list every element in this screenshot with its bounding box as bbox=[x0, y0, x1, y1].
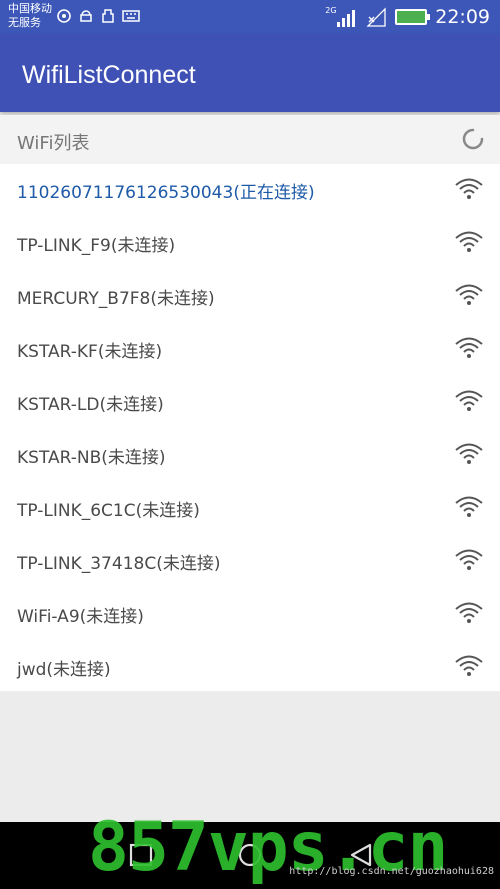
location-icon bbox=[57, 9, 71, 23]
no-signal-icon bbox=[366, 7, 386, 27]
wifi-signal-icon bbox=[455, 443, 483, 464]
wifi-list-item[interactable]: WiFi-A9(未连接) bbox=[0, 588, 500, 641]
carrier-name: 中国移动 bbox=[8, 2, 52, 15]
wifi-name: TP-LINK_37418C(未连接) bbox=[17, 554, 221, 574]
wifi-name: KSTAR-LD(未连接) bbox=[17, 395, 164, 415]
wifi-signal-icon bbox=[455, 390, 483, 411]
wifi-name: jwd(未连接) bbox=[17, 660, 111, 680]
wifi-list-item[interactable]: TP-LINK_6C1C(未连接) bbox=[0, 482, 500, 535]
wifi-name: TP-LINK_F9(未连接) bbox=[17, 236, 176, 256]
loading-spinner-icon bbox=[462, 128, 484, 150]
wifi-signal-icon bbox=[455, 496, 483, 517]
wifi-list-item[interactable]: TP-LINK_F9(未连接) bbox=[0, 217, 500, 270]
wifi-list-item[interactable]: MERCURY_B7F8(未连接) bbox=[0, 270, 500, 323]
keyboard-icon bbox=[122, 10, 140, 22]
android-debug-icon bbox=[80, 10, 92, 22]
wifi-name: TP-LINK_6C1C(未连接) bbox=[17, 501, 200, 521]
wifi-signal-icon bbox=[455, 655, 483, 676]
wifi-name: WiFi-A9(未连接) bbox=[17, 607, 144, 627]
status-system-icons: 2G 22:09 bbox=[325, 5, 490, 29]
wifi-list-item[interactable]: jwd(未连接) bbox=[0, 641, 500, 694]
wifi-signal-icon bbox=[455, 178, 483, 199]
wifi-list-header: WiFi列表 bbox=[0, 115, 500, 164]
status-notification-icons bbox=[56, 8, 140, 24]
wifi-name: MERCURY_B7F8(未连接) bbox=[17, 289, 215, 309]
app-title: WifiListConnect bbox=[22, 61, 196, 89]
wifi-list-title: WiFi列表 bbox=[17, 133, 90, 154]
clock: 22:09 bbox=[435, 6, 490, 28]
wifi-list-item[interactable]: KSTAR-LD(未连接) bbox=[0, 376, 500, 429]
status-bar: 中国移动 无服务 2G 22:09 bbox=[0, 0, 500, 34]
wifi-list: 11026071176126530043(正在连接) TP-LINK_F9(未连… bbox=[0, 164, 500, 691]
usb-icon bbox=[102, 9, 114, 23]
wifi-name: KSTAR-NB(未连接) bbox=[17, 448, 166, 468]
cell-signal-icon bbox=[337, 10, 356, 27]
wifi-signal-icon bbox=[455, 284, 483, 305]
wifi-name: KSTAR-KF(未连接) bbox=[17, 342, 163, 362]
wifi-signal-icon bbox=[455, 337, 483, 358]
wifi-name: 11026071176126530043(正在连接) bbox=[17, 183, 315, 203]
wifi-list-item[interactable]: KSTAR-NB(未连接) bbox=[0, 429, 500, 482]
watermark-url: http://blog.csdn.net/guozhaohui628 bbox=[289, 866, 494, 877]
service-status: 无服务 bbox=[8, 16, 41, 29]
wifi-signal-icon bbox=[455, 549, 483, 570]
carrier-info: 中国移动 无服务 bbox=[8, 2, 52, 30]
cell-signal: 2G bbox=[325, 6, 357, 28]
wifi-list-item[interactable]: KSTAR-KF(未连接) bbox=[0, 323, 500, 376]
battery-charging-icon bbox=[395, 9, 431, 25]
wifi-signal-icon bbox=[455, 231, 483, 252]
wifi-signal-icon bbox=[455, 602, 483, 623]
wifi-list-item[interactable]: TP-LINK_37418C(未连接) bbox=[0, 535, 500, 588]
wifi-list-item[interactable]: 11026071176126530043(正在连接) bbox=[0, 164, 500, 217]
app-bar: WifiListConnect bbox=[0, 34, 500, 112]
